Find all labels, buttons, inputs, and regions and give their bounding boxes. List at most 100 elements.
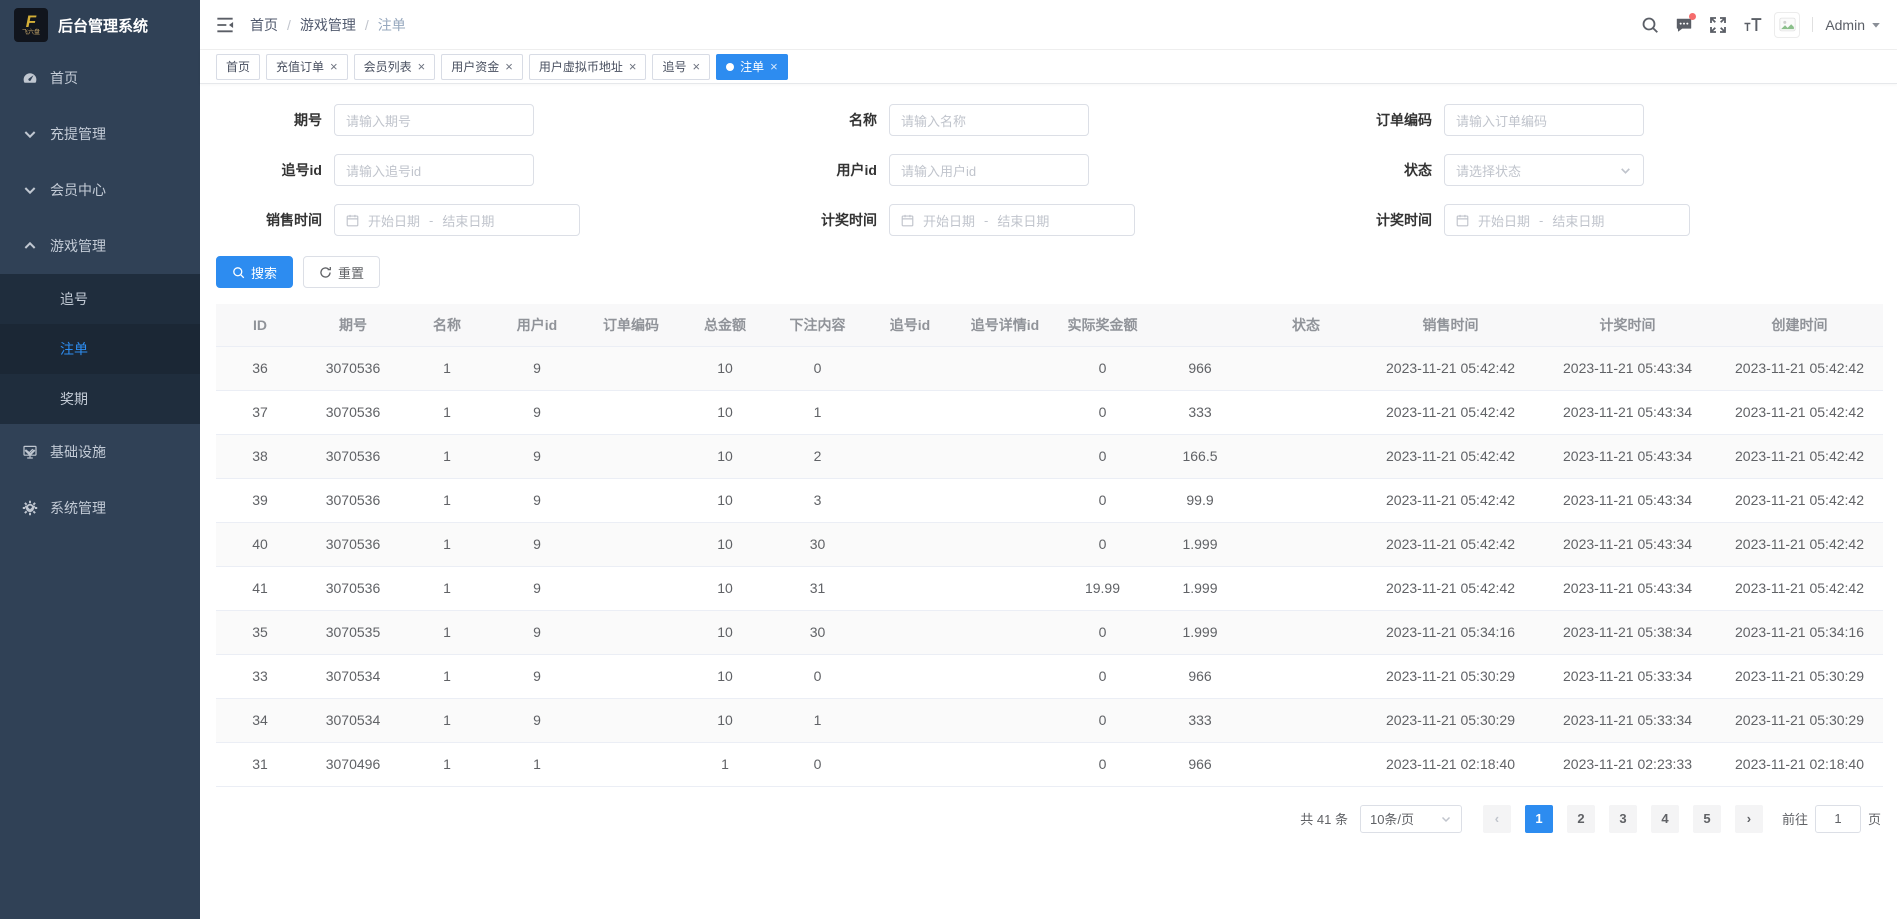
table-cell: 31 bbox=[770, 566, 865, 610]
page-button-1[interactable]: 1 bbox=[1525, 805, 1553, 833]
reset-button[interactable]: 重置 bbox=[303, 256, 380, 288]
table-cell: 1.999 bbox=[1150, 566, 1250, 610]
table-cell bbox=[955, 654, 1055, 698]
table-cell bbox=[955, 434, 1055, 478]
next-page-button[interactable]: › bbox=[1735, 805, 1763, 833]
search-button-label: 搜索 bbox=[251, 263, 277, 282]
table-cell: 966 bbox=[1150, 654, 1250, 698]
page-button-3[interactable]: 3 bbox=[1609, 805, 1637, 833]
sidebar-subitem-bet-orders[interactable]: 注单 bbox=[0, 324, 200, 374]
award-time-daterange[interactable]: 开始日期-结束日期 bbox=[889, 204, 1135, 236]
user-id-input[interactable]: 请输入用户id bbox=[889, 154, 1089, 186]
total-count: 共 41 条 bbox=[1300, 809, 1348, 828]
status-select[interactable]: 请选择状态 bbox=[1444, 154, 1644, 186]
sidebar-subitem-prize-period[interactable]: 奖期 bbox=[0, 374, 200, 424]
name-input[interactable]: 请输入名称 bbox=[889, 104, 1089, 136]
table-cell: 0 bbox=[770, 654, 865, 698]
close-icon[interactable]: × bbox=[505, 60, 513, 73]
column-header: ID bbox=[216, 304, 304, 346]
table-cell bbox=[955, 698, 1055, 742]
close-icon[interactable]: × bbox=[692, 60, 700, 73]
breadcrumb-separator: / bbox=[287, 17, 291, 33]
sidebar-item-recharge-withdraw[interactable]: 充提管理 bbox=[0, 106, 200, 162]
award-time-2-daterange[interactable]: 开始日期-结束日期 bbox=[1444, 204, 1690, 236]
sidebar-item-system-management[interactable]: 系统管理 bbox=[0, 480, 200, 536]
range-separator: - bbox=[984, 213, 988, 228]
table-cell: 1 bbox=[402, 566, 492, 610]
table-cell: 966 bbox=[1150, 346, 1250, 390]
table-cell: 966 bbox=[1150, 742, 1250, 786]
page-button-5[interactable]: 5 bbox=[1693, 805, 1721, 833]
table-cell: 1 bbox=[402, 698, 492, 742]
end-date-placeholder: 结束日期 bbox=[1552, 211, 1604, 230]
sidebar-subitem-label: 奖期 bbox=[60, 391, 88, 407]
user-dropdown[interactable]: Admin bbox=[1825, 17, 1881, 33]
search-button[interactable]: 搜索 bbox=[216, 256, 293, 288]
fullscreen-icon[interactable] bbox=[1705, 12, 1731, 38]
column-header bbox=[1150, 304, 1250, 346]
table-cell: 2023-11-21 05:34:16 bbox=[1362, 610, 1539, 654]
table-cell bbox=[955, 610, 1055, 654]
filter-order-code: 订单编码请输入订单编码 bbox=[1326, 104, 1881, 136]
sidebar-toggle-icon[interactable] bbox=[216, 16, 234, 34]
calendar-icon bbox=[901, 214, 914, 227]
tab-home[interactable]: 首页 bbox=[216, 54, 260, 80]
table-cell: 1 bbox=[770, 390, 865, 434]
breadcrumb-item[interactable]: 游戏管理 bbox=[300, 15, 356, 35]
goto-page-input[interactable] bbox=[1815, 805, 1861, 833]
tab-recharge-orders[interactable]: 充值订单× bbox=[266, 54, 348, 80]
data-table: ID期号名称用户id订单编码总金额下注内容追号id追号详情id实际奖金额状态销售… bbox=[216, 304, 1883, 787]
page-size-select[interactable]: 10条/页 bbox=[1360, 805, 1462, 833]
table-cell: 9 bbox=[492, 610, 582, 654]
sidebar-item-member-center[interactable]: 会员中心 bbox=[0, 162, 200, 218]
sidebar-subitem-chase-number[interactable]: 追号 bbox=[0, 274, 200, 324]
font-size-icon[interactable] bbox=[1739, 12, 1767, 38]
close-icon[interactable]: × bbox=[418, 60, 426, 73]
filter-user-id: 用户id请输入用户id bbox=[771, 154, 1326, 186]
tab-label: 注单 bbox=[740, 58, 764, 75]
close-icon[interactable]: × bbox=[629, 60, 637, 73]
column-header: 实际奖金额 bbox=[1055, 304, 1150, 346]
table-cell bbox=[582, 610, 680, 654]
table-cell: 3070536 bbox=[304, 434, 402, 478]
prev-page-button[interactable]: ‹ bbox=[1483, 805, 1511, 833]
goto-suffix: 页 bbox=[1868, 809, 1881, 828]
close-icon[interactable]: × bbox=[330, 60, 338, 73]
chase-id-input[interactable]: 请输入追号id bbox=[334, 154, 534, 186]
table-cell bbox=[955, 566, 1055, 610]
breadcrumb-item[interactable]: 首页 bbox=[250, 15, 278, 35]
tab-chase-number[interactable]: 追号× bbox=[652, 54, 710, 80]
filter-label: 期号 bbox=[216, 110, 334, 130]
table-cell: 35 bbox=[216, 610, 304, 654]
table-cell bbox=[582, 522, 680, 566]
logo[interactable]: F 飞六盘 后台管理系统 bbox=[0, 0, 200, 50]
sidebar-item-infrastructure[interactable]: 基础设施 bbox=[0, 424, 200, 480]
table-cell: 36 bbox=[216, 346, 304, 390]
filter-label: 计奖时间 bbox=[771, 210, 889, 230]
search-icon[interactable] bbox=[1637, 12, 1663, 38]
table-row: 40307053619103001.9992023-11-21 05:42:42… bbox=[216, 522, 1883, 566]
message-icon[interactable] bbox=[1671, 12, 1697, 38]
tab-user-crypto-address[interactable]: 用户虚拟币地址× bbox=[529, 54, 647, 80]
tab-member-list[interactable]: 会员列表× bbox=[354, 54, 436, 80]
tab-bet-orders[interactable]: 注单 × bbox=[716, 54, 788, 80]
close-icon[interactable]: × bbox=[770, 60, 778, 73]
table-cell: 34 bbox=[216, 698, 304, 742]
table-cell: 9 bbox=[492, 522, 582, 566]
sidebar-subitem-label: 注单 bbox=[60, 341, 88, 357]
page-button-2[interactable]: 2 bbox=[1567, 805, 1595, 833]
period-number-input[interactable]: 请输入期号 bbox=[334, 104, 534, 136]
tab-label: 首页 bbox=[226, 58, 250, 75]
tab-user-funds[interactable]: 用户资金× bbox=[441, 54, 523, 80]
page-button-4[interactable]: 4 bbox=[1651, 805, 1679, 833]
sale-time-daterange[interactable]: 开始日期-结束日期 bbox=[334, 204, 580, 236]
sidebar-item-home[interactable]: 首页 bbox=[0, 50, 200, 106]
table-cell: 2023-11-21 05:42:42 bbox=[1716, 434, 1883, 478]
table-cell: 2023-11-21 05:42:42 bbox=[1362, 346, 1539, 390]
action-row: 搜索 重置 bbox=[200, 236, 1897, 288]
order-code-input[interactable]: 请输入订单编码 bbox=[1444, 104, 1644, 136]
sidebar-item-game-management[interactable]: 游戏管理 bbox=[0, 218, 200, 274]
avatar[interactable] bbox=[1774, 12, 1800, 38]
table-cell: 2023-11-21 05:42:42 bbox=[1362, 478, 1539, 522]
filter-label: 状态 bbox=[1326, 160, 1444, 180]
